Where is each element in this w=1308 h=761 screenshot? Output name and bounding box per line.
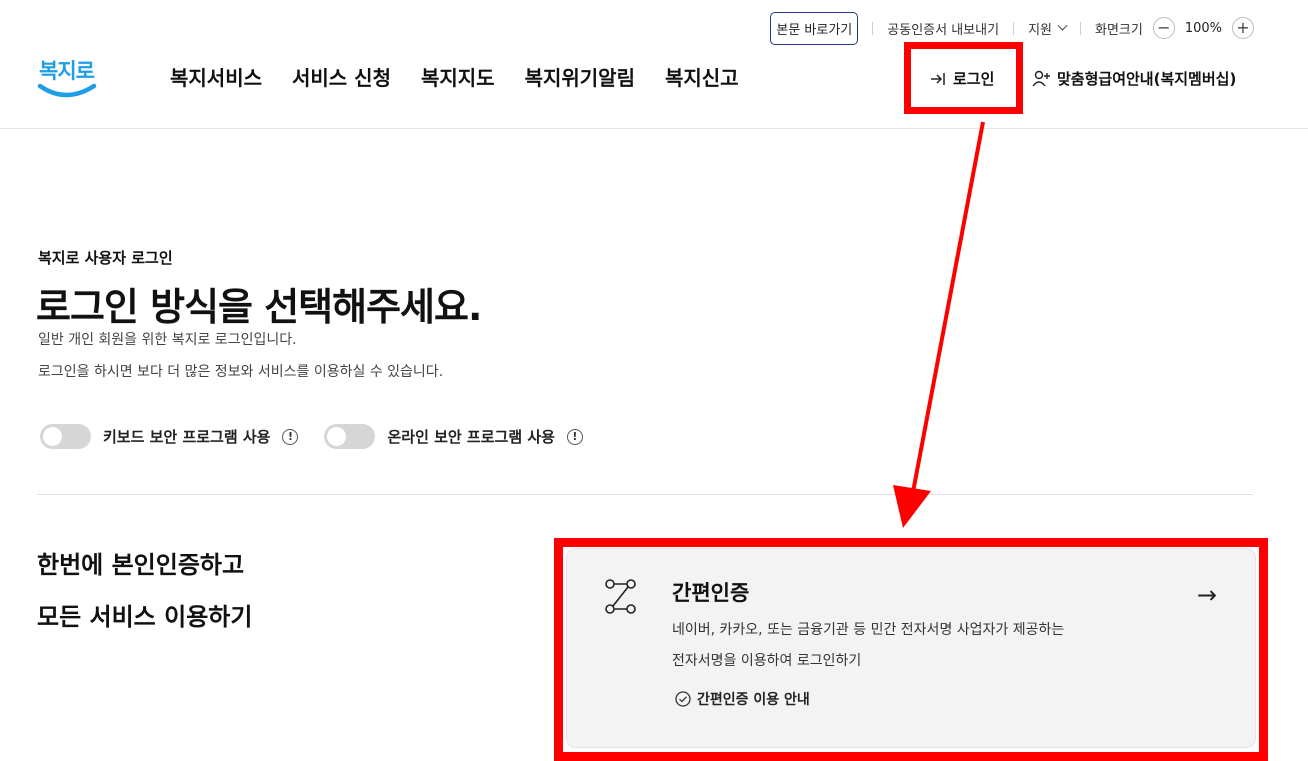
keyboard-security-toggle-item: 키보드 보안 프로그램 사용 ! [40, 424, 299, 449]
logo-mark: 복지로 [37, 59, 97, 98]
zoom-control: 화면크기 − 100% + [1095, 17, 1254, 39]
info-icon[interactable]: ! [282, 428, 299, 445]
separator [1013, 21, 1015, 35]
nav-welfare-map[interactable]: 복지지도 [421, 62, 495, 91]
separator [872, 21, 874, 35]
nav-service-apply[interactable]: 서비스 신청 [292, 62, 391, 91]
zoom-value: 100% [1184, 20, 1222, 36]
login-highlight-box [904, 42, 1023, 114]
cert-export-link[interactable]: 공동인증서 내보내기 [887, 19, 999, 38]
header-divider [0, 128, 1308, 129]
keyboard-security-label: 키보드 보안 프로그램 사용 [103, 428, 271, 446]
nav-crisis-alert[interactable]: 복지위기알림 [525, 62, 635, 91]
zoom-label: 화면크기 [1094, 22, 1143, 38]
online-security-switch[interactable] [324, 424, 376, 449]
keyboard-security-switch[interactable] [40, 424, 91, 449]
bokjiro-logo[interactable]: 복지로 [36, 48, 98, 102]
side-heading-1: 한번에 본인인증하고 [37, 551, 245, 579]
separator [1079, 21, 1081, 35]
utility-bar: 본문 바로가기 공동인증서 내보내기 지원 화면크기 − 100% + [770, 10, 1254, 46]
page-title: 로그인 방식을 선택해주세요. [36, 285, 482, 329]
zoom-out-button[interactable]: − [1152, 17, 1175, 39]
chevron-down-icon [1057, 20, 1068, 31]
side-heading-2: 모든 서비스 이용하기 [37, 603, 253, 631]
security-toggles: 키보드 보안 프로그램 사용 ! 온라인 보안 프로그램 사용 ! [40, 424, 583, 449]
logo-text: 복지로 [39, 59, 95, 83]
info-icon[interactable]: ! [566, 428, 583, 445]
zoom-in-button[interactable]: + [1232, 17, 1254, 39]
section-divider [37, 494, 1253, 495]
online-security-toggle-item: 온라인 보안 프로그램 사용 ! [324, 424, 583, 449]
login-eyebrow: 복지로 사용자 로그인 [38, 249, 173, 267]
add-user-icon [1032, 70, 1050, 87]
membership-link[interactable]: 맞춤형급여안내(복지멤버십) [1032, 68, 1236, 89]
login-description-1: 일반 개인 회원을 위한 복지로 로그인입니다. [38, 332, 297, 348]
nav-welfare-services[interactable]: 복지서비스 [170, 62, 262, 91]
main-nav: 복지서비스 서비스 신청 복지지도 복지위기알림 복지신고 [170, 62, 739, 91]
login-description-2: 로그인을 하시면 보다 더 많은 정보와 서비스를 이용하실 수 있습니다. [38, 364, 444, 380]
support-label: 지원 [1028, 22, 1052, 38]
membership-label: 맞춤형급여안내(복지멤버십) [1057, 70, 1237, 88]
skip-to-content-button[interactable]: 본문 바로가기 [770, 11, 859, 45]
support-dropdown[interactable]: 지원 [1028, 19, 1068, 38]
card-highlight-box [554, 538, 1268, 761]
nav-welfare-report[interactable]: 복지신고 [665, 62, 739, 91]
online-security-label: 온라인 보안 프로그램 사용 [387, 428, 555, 446]
